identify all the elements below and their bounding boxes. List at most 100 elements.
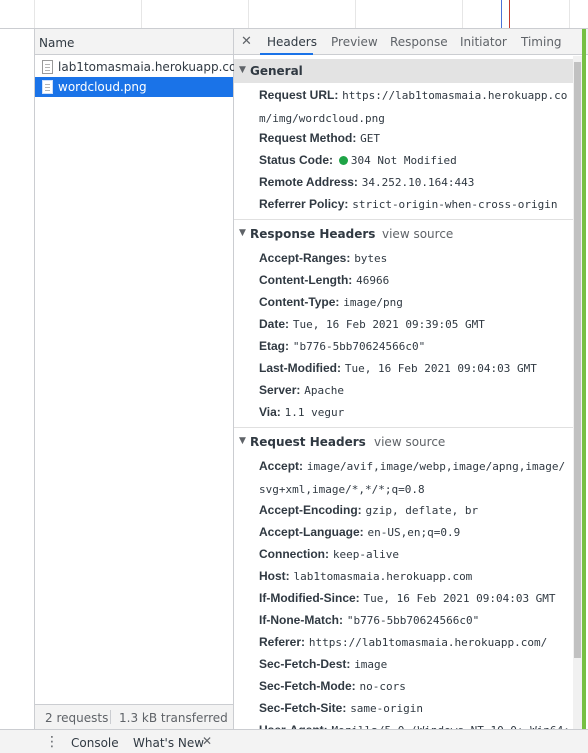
view-source-link[interactable]: view source	[382, 227, 453, 241]
close-icon[interactable]: ✕	[241, 34, 252, 49]
header-key: Date:	[259, 317, 290, 331]
referrer-policy-row: Referrer Policy: strict-origin-when-cros…	[259, 193, 571, 216]
tab-preview[interactable]: Preview	[331, 29, 378, 55]
dom-content-loaded-marker	[501, 0, 502, 28]
expand-triangle-icon: ▼	[239, 228, 246, 238]
header-key: Referer:	[259, 635, 306, 649]
header-value: Tue, 16 Feb 2021 09:39:05 GMT	[292, 318, 485, 331]
header-row: Sec-Fetch-Site: same-origin	[259, 697, 571, 720]
request-url-row: Request URL: https://lab1tomasmaia.herok…	[259, 84, 571, 130]
header-key: Accept-Encoding:	[259, 503, 362, 517]
header-value: Tue, 16 Feb 2021 09:04:03 GMT	[363, 592, 556, 605]
header-row: Connection: keep-alive	[259, 543, 571, 566]
close-icon[interactable]: ✕	[202, 734, 212, 748]
list-left-edge	[34, 29, 35, 729]
header-row: User-Agent: Mozilla/5.0 (Windows NT 10.0…	[259, 719, 571, 729]
header-key: Accept-Language:	[259, 525, 364, 539]
request-row[interactable]: lab1tomasmaia.herokuapp.com	[35, 57, 248, 77]
header-row: Referer: https://lab1tomasmaia.herokuapp…	[259, 631, 571, 654]
header-row: Content-Length: 46966	[259, 269, 571, 292]
header-key: Sec-Fetch-Site:	[259, 701, 347, 715]
header-value: image/png	[343, 296, 403, 309]
header-key: Sec-Fetch-Dest:	[259, 657, 351, 671]
header-value: keep-alive	[332, 548, 400, 561]
header-value: lab1tomasmaia.herokuapp.com	[293, 570, 473, 583]
header-key: If-None-Match:	[259, 613, 343, 627]
section-divider	[234, 427, 573, 428]
tab-console[interactable]: Console	[71, 736, 119, 750]
details-scrollbar[interactable]	[573, 56, 582, 729]
scrollbar-thumb[interactable]	[574, 62, 581, 658]
header-row: Content-Type: image/png	[259, 291, 571, 314]
header-key: Remote Address:	[259, 175, 358, 189]
header-value: 46966	[356, 274, 390, 287]
header-key: Status Code:	[259, 153, 334, 167]
header-row: Sec-Fetch-Dest: image	[259, 653, 571, 676]
header-row: Via: 1.1 vegur	[259, 401, 571, 424]
image-file-icon	[42, 80, 53, 94]
header-key: Request Method:	[259, 131, 357, 145]
timeline-gridline	[462, 0, 463, 28]
name-column-header[interactable]: Name	[35, 29, 233, 55]
header-value: 1.1 vegur	[284, 406, 345, 419]
header-value: bytes	[354, 252, 388, 265]
request-name: wordcloud.png	[58, 80, 147, 94]
load-event-marker	[509, 0, 510, 28]
header-row: Date: Tue, 16 Feb 2021 09:39:05 GMT	[259, 313, 571, 336]
name-column-label: Name	[39, 36, 75, 50]
tab-response[interactable]: Response	[390, 29, 448, 55]
header-value: strict-origin-when-cross-origin	[352, 198, 558, 211]
header-row: If-None-Match: "b776-5bb70624566c0"	[259, 609, 571, 632]
header-value: same-origin	[350, 702, 424, 715]
request-name: lab1tomasmaia.herokuapp.com	[58, 60, 249, 74]
tab-initiator[interactable]: Initiator	[460, 29, 507, 55]
view-source-link[interactable]: view source	[374, 435, 445, 449]
header-value: image/avif,image/webp,image/apng,image/s…	[259, 460, 566, 496]
section-title: Response Headers	[250, 227, 376, 241]
header-value: 34.252.10.164:443	[361, 176, 475, 189]
expand-triangle-icon: ▼	[239, 436, 246, 446]
header-key: Accept:	[259, 459, 304, 473]
remote-address-row: Remote Address: 34.252.10.164:443	[259, 171, 571, 194]
header-value: Tue, 16 Feb 2021 09:04:03 GMT	[344, 362, 537, 375]
header-value: Apache	[304, 384, 344, 397]
header-row: Accept-Ranges: bytes	[259, 247, 571, 270]
more-vertical-icon[interactable]: ⋮	[45, 734, 59, 750]
header-key: Host:	[259, 569, 290, 583]
header-row: Accept: image/avif,image/webp,image/apng…	[259, 455, 571, 501]
request-method-row: Request Method: GET	[259, 127, 571, 150]
header-key: Content-Type:	[259, 295, 340, 309]
header-row: Sec-Fetch-Mode: no-cors	[259, 675, 571, 698]
header-row: Etag: "b776-5bb70624566c0"	[259, 335, 571, 358]
section-divider	[234, 219, 573, 220]
general-section-header[interactable]: ▼ General	[234, 59, 573, 83]
summary-divider	[110, 710, 111, 724]
header-key: Content-Length:	[259, 273, 353, 287]
request-count: 2 requests	[45, 711, 109, 725]
page-edge-strip	[582, 29, 586, 729]
header-key: Etag:	[259, 339, 289, 353]
section-title: General	[250, 64, 303, 78]
header-key: Connection:	[259, 547, 329, 561]
tab-headers[interactable]: Headers	[260, 29, 317, 55]
network-timeline-overview[interactable]	[0, 0, 588, 29]
timeline-gridline	[141, 0, 142, 28]
header-value: no-cors	[359, 680, 406, 693]
transferred-size: 1.3 kB transferred	[119, 711, 228, 725]
request-headers-section-header[interactable]: ▼ Request Headers view source	[234, 430, 573, 454]
header-key: Request URL:	[259, 88, 339, 102]
tab-timing[interactable]: Timing	[521, 29, 562, 55]
header-key: Via:	[259, 405, 281, 419]
header-row: Host: lab1tomasmaia.herokuapp.com	[259, 565, 571, 588]
response-headers-section-header[interactable]: ▼ Response Headers view source	[234, 222, 573, 246]
timeline-gridline	[569, 0, 570, 28]
drawer-tabbar: ⋮ Console What's New ✕	[0, 729, 588, 753]
header-value: image	[354, 658, 388, 671]
tab-whats-new[interactable]: What's New	[133, 736, 204, 750]
expand-triangle-icon: ▼	[239, 65, 246, 75]
header-value: en-US,en;q=0.9	[367, 526, 461, 539]
request-row-selected[interactable]: wordcloud.png	[35, 77, 233, 97]
timeline-gridline	[355, 0, 356, 28]
header-key: Accept-Ranges:	[259, 251, 351, 265]
timeline-gridline	[248, 0, 249, 28]
